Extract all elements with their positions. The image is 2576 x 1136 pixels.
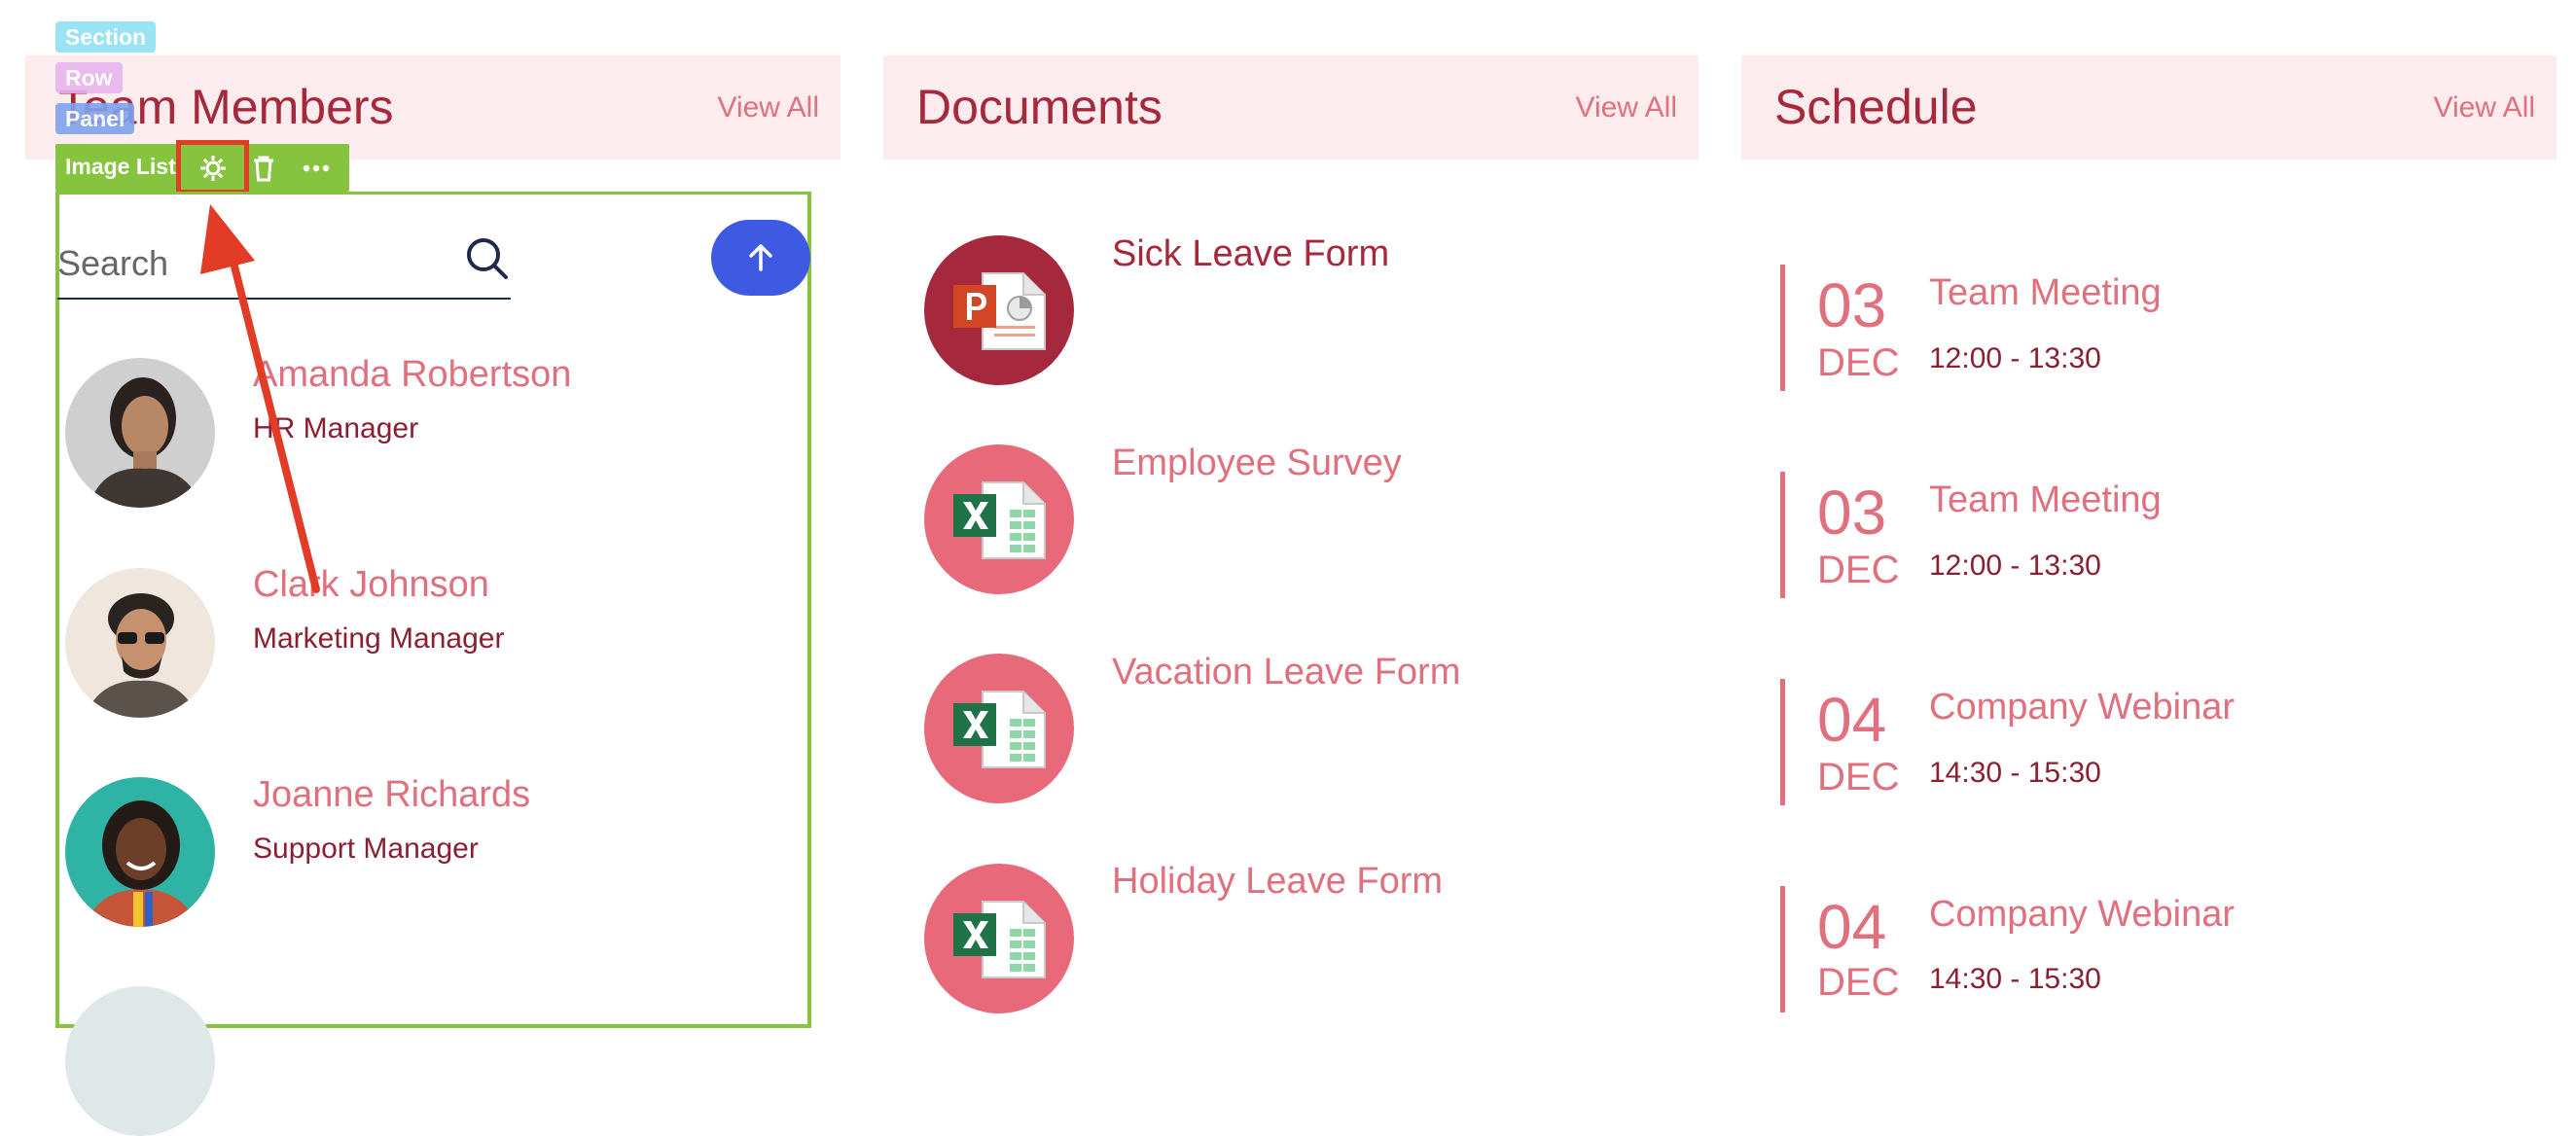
team-view-all-link[interactable]: View All (717, 91, 819, 124)
event-time: 14:30 - 15:30 (1929, 757, 2101, 789)
schedule-view-all-link[interactable]: View All (2433, 91, 2535, 124)
document-icon-powerpoint[interactable] (924, 235, 1074, 385)
powerpoint-file-icon (953, 272, 1046, 350)
excel-file-icon (953, 901, 1046, 978)
schedule-header: Schedule View All (1741, 55, 2557, 160)
avatar[interactable] (65, 986, 215, 1136)
event-day: 03 (1817, 270, 1887, 340)
search-input[interactable]: Search (57, 243, 168, 284)
event-month: DEC (1817, 961, 1900, 1004)
member-name[interactable]: Joanne Richards (253, 774, 530, 816)
event-time: 12:00 - 13:30 (1929, 550, 2101, 582)
more-options-icon[interactable] (301, 153, 332, 184)
event-time: 12:00 - 13:30 (1929, 342, 2101, 374)
avatar[interactable] (65, 777, 215, 927)
document-title[interactable]: Vacation Leave Form (1112, 652, 1460, 693)
event-month: DEC (1817, 341, 1900, 384)
event-title[interactable]: Company Webinar (1929, 894, 2235, 936)
document-icon-excel[interactable] (924, 864, 1074, 1013)
event-month: DEC (1817, 549, 1900, 591)
panel-tag[interactable]: Panel (55, 103, 135, 134)
documents-view-all-link[interactable]: View All (1575, 91, 1677, 124)
event-month: DEC (1817, 756, 1900, 799)
document-title[interactable]: Employee Survey (1112, 443, 1402, 484)
avatar[interactable] (65, 568, 215, 718)
search-underline (57, 298, 511, 300)
arrow-up-icon (749, 244, 772, 271)
document-title[interactable]: Sick Leave Form (1112, 233, 1389, 275)
member-role: HR Manager (253, 412, 419, 444)
event-divider (1780, 472, 1785, 598)
widget-label: Image List (65, 154, 176, 179)
excel-file-icon (953, 691, 1046, 768)
row-tag[interactable]: Row (55, 62, 123, 93)
event-title[interactable]: Team Meeting (1929, 272, 2162, 314)
event-divider (1780, 265, 1785, 391)
scroll-top-button[interactable] (711, 220, 810, 296)
documents-title: Documents (916, 80, 1163, 134)
event-divider (1780, 679, 1785, 805)
documents-header: Documents View All (883, 55, 1699, 160)
search-icon[interactable] (465, 236, 510, 281)
event-title[interactable]: Team Meeting (1929, 479, 2162, 521)
member-name[interactable]: Clark Johnson (253, 564, 489, 606)
excel-file-icon (953, 481, 1046, 559)
section-tag[interactable]: Section (55, 21, 157, 53)
event-day: 04 (1817, 892, 1887, 962)
event-time: 14:30 - 15:30 (1929, 963, 2101, 995)
event-day: 03 (1817, 478, 1887, 548)
trash-icon[interactable] (248, 153, 279, 184)
member-name[interactable]: Amanda Robertson (253, 354, 571, 396)
event-title[interactable]: Company Webinar (1929, 687, 2235, 728)
document-icon-excel[interactable] (924, 654, 1074, 803)
document-icon-excel[interactable] (924, 444, 1074, 594)
document-title[interactable]: Holiday Leave Form (1112, 861, 1443, 903)
schedule-title: Schedule (1774, 80, 1978, 134)
event-day: 04 (1817, 685, 1887, 755)
member-role: Marketing Manager (253, 622, 505, 655)
avatar[interactable] (65, 358, 215, 508)
gear-highlight-box (176, 140, 249, 195)
member-role: Support Manager (253, 833, 479, 865)
